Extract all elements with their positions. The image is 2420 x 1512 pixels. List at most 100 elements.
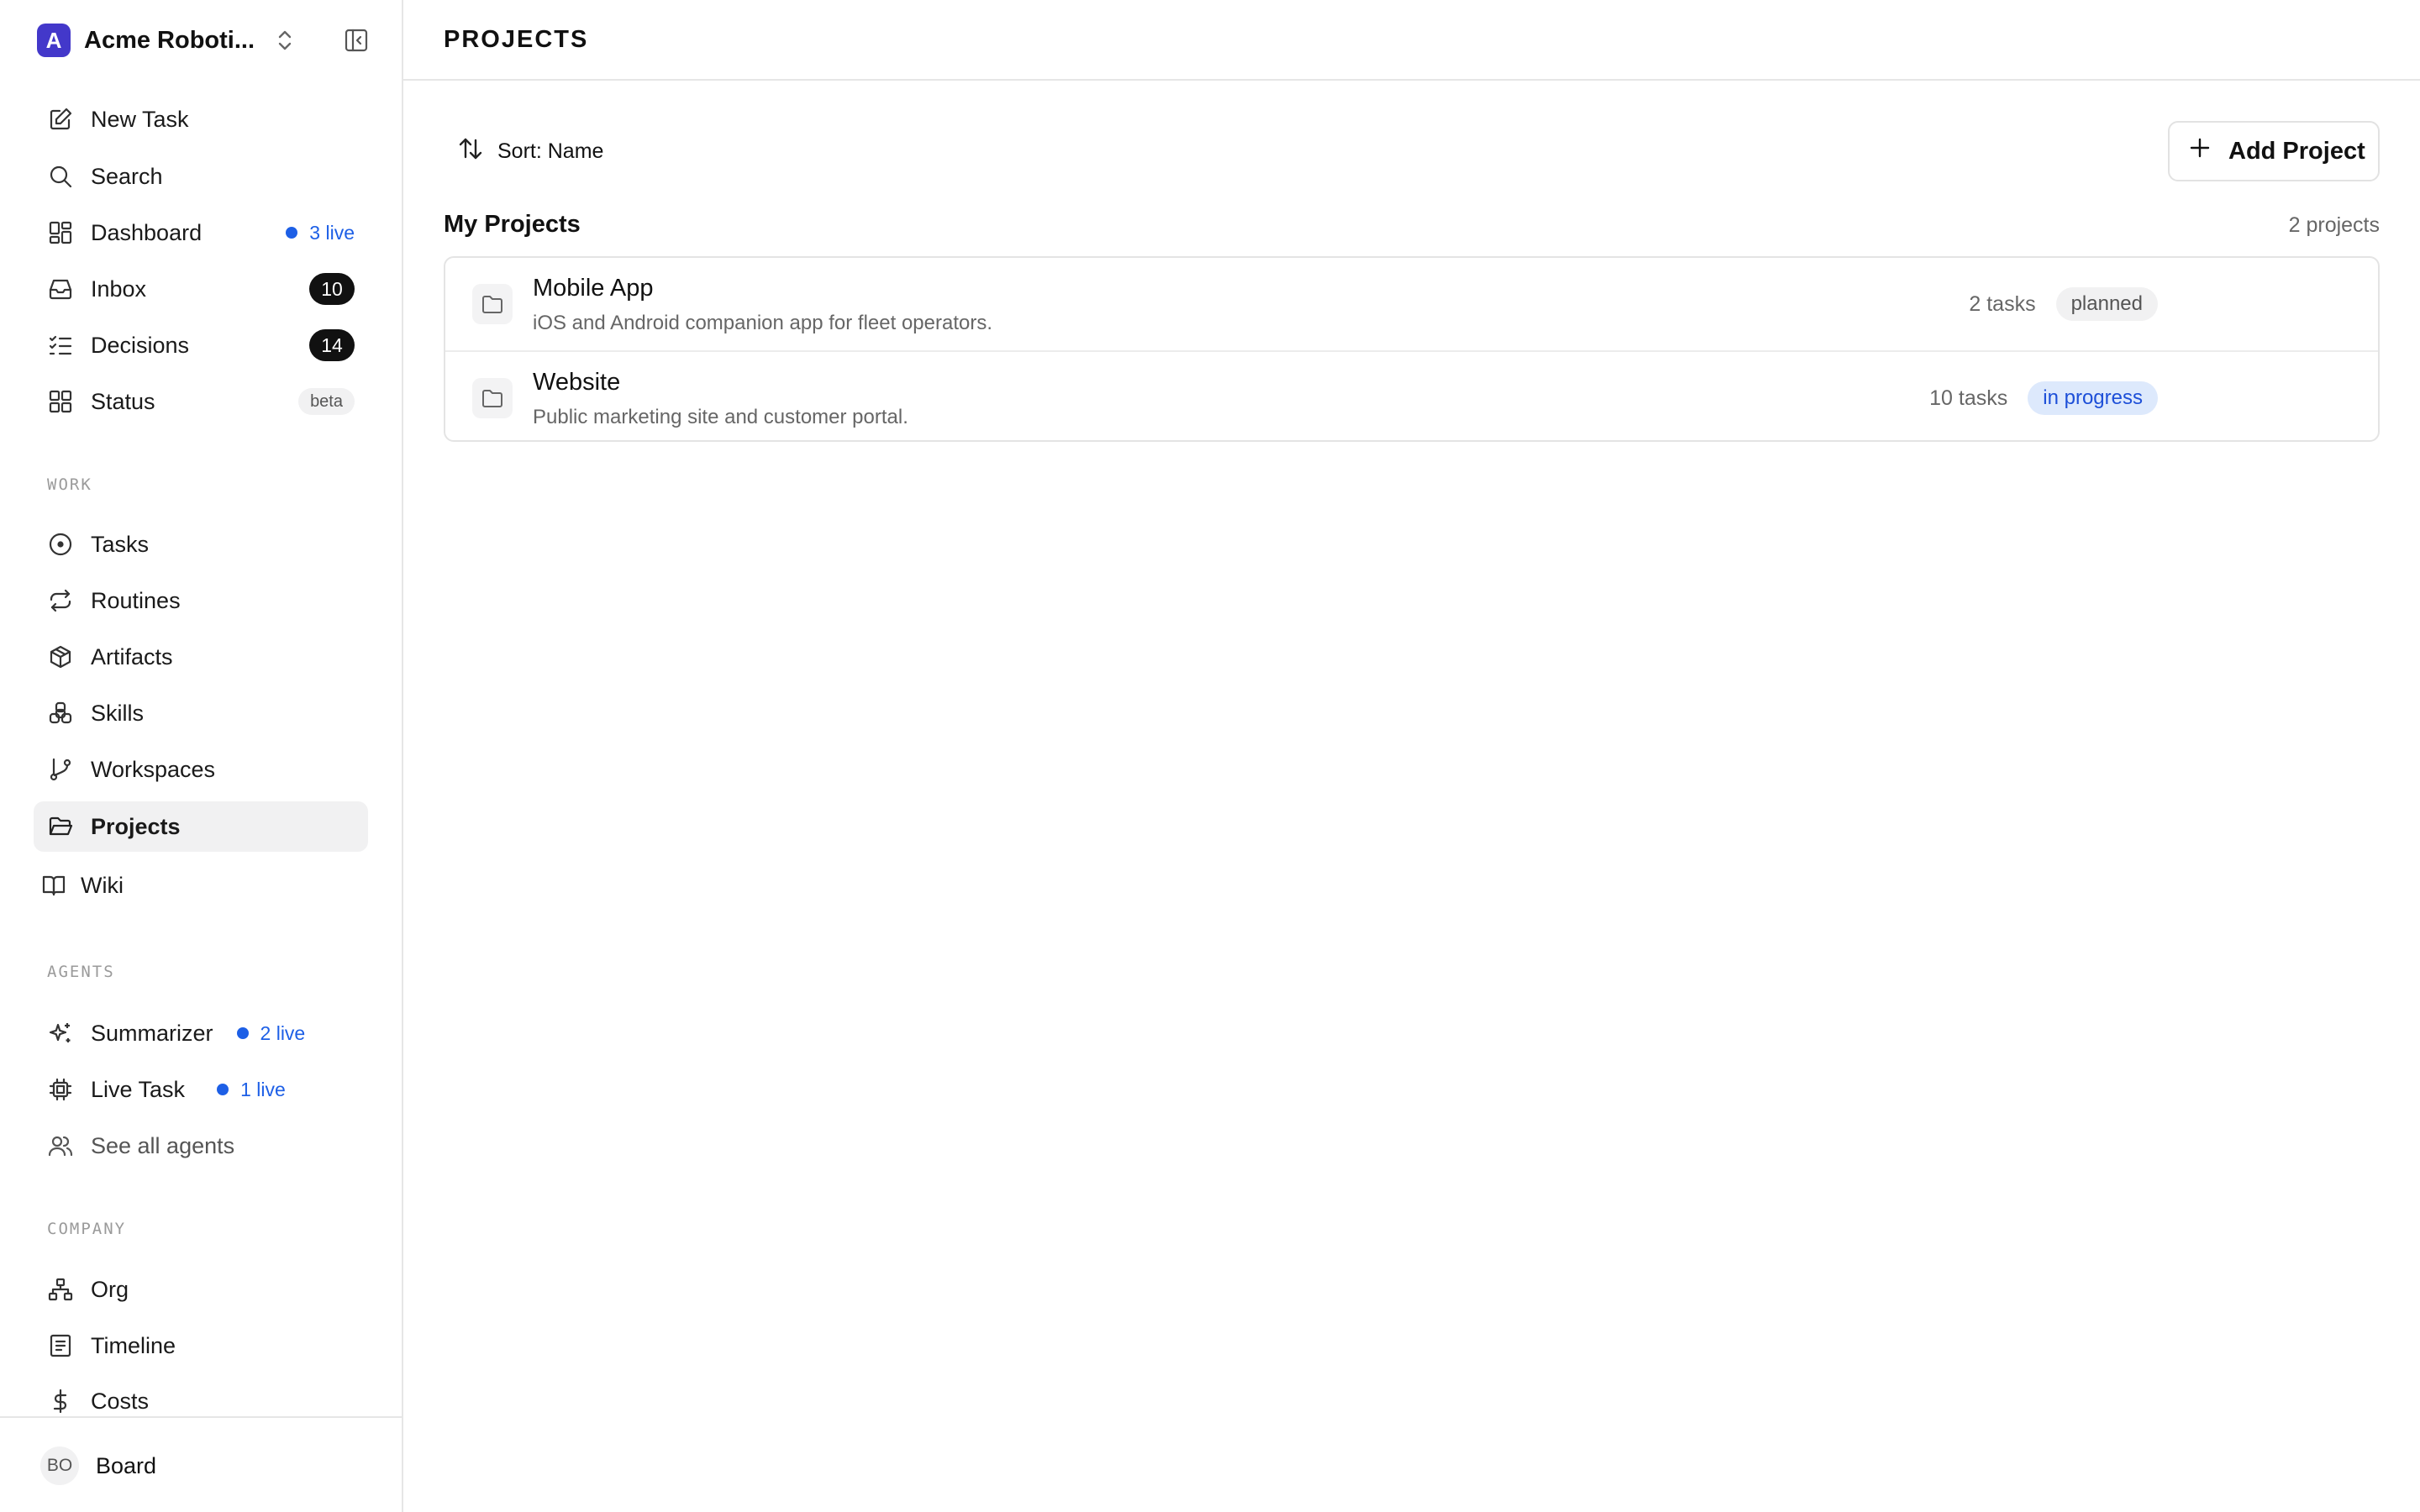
sidebar-item-label: Routines xyxy=(91,587,181,613)
sidebar-item-label: Inbox xyxy=(91,276,147,302)
workspace-header[interactable]: A Acme Roboti... xyxy=(37,20,373,60)
sidebar-item-label: Live Task xyxy=(91,1076,186,1102)
project-task-count: 2 tasks xyxy=(1969,291,2036,316)
badge-wrap: beta xyxy=(298,388,355,415)
app-root: A Acme Roboti... New Task Search Dashboa… xyxy=(0,0,2420,1512)
sidebar-item-label: Dashboard xyxy=(91,219,203,245)
sidebar-item-label: See all agents xyxy=(91,1132,235,1158)
list-title: My Projects xyxy=(444,211,581,238)
status-badge: in progress xyxy=(2028,381,2158,415)
checklist-icon xyxy=(47,332,74,359)
live-indicator: 1 live xyxy=(217,1079,286,1101)
sidebar-item-workspaces[interactable]: Workspaces xyxy=(34,744,368,795)
pencil-square-icon xyxy=(47,106,74,133)
sort-arrows-icon xyxy=(457,135,484,168)
sidebar: A Acme Roboti... New Task Search Dashboa… xyxy=(0,0,403,1512)
sidebar-item-label: Skills xyxy=(91,700,145,726)
badge-wrap: 14 xyxy=(309,329,355,361)
sort-button[interactable]: Sort: Name xyxy=(457,131,603,171)
dollar-icon xyxy=(47,1388,74,1415)
live-indicator: 2 live xyxy=(236,1021,306,1045)
sidebar-item-label: Projects xyxy=(91,813,181,839)
sidebar-item-inbox[interactable]: Inbox 10 xyxy=(34,264,368,314)
sidebar-item-label: Status xyxy=(91,388,155,414)
book-icon xyxy=(40,872,67,899)
add-project-button[interactable]: Add Project xyxy=(2168,121,2380,181)
sidebar-footer: BO Board xyxy=(0,1416,402,1512)
sidebar-item-tasks[interactable]: Tasks xyxy=(34,519,368,570)
sidebar-item-skills[interactable]: Skills xyxy=(34,688,368,738)
table-row[interactable]: Mobile App iOS and Android companion app… xyxy=(445,258,2378,350)
workspace-name: Acme Roboti... xyxy=(84,26,255,54)
sidebar-item-label: Wiki xyxy=(81,872,124,898)
sort-label: Sort: Name xyxy=(497,139,604,163)
project-description: iOS and Android companion app for fleet … xyxy=(533,312,993,334)
project-list: Mobile App iOS and Android companion app… xyxy=(444,256,2380,442)
live-dot xyxy=(286,227,298,239)
sidebar-item-artifacts[interactable]: Artifacts xyxy=(34,632,368,682)
live-indicator: 3 live xyxy=(286,222,355,244)
sidebar-item-label: Workspaces xyxy=(91,756,216,782)
sidebar-item-routines[interactable]: Routines xyxy=(34,575,368,626)
sidebar-item-label: Org xyxy=(91,1276,129,1302)
badge-wrap: 10 xyxy=(309,273,355,305)
board-label: Board xyxy=(96,1452,157,1478)
repeat-icon xyxy=(47,587,74,614)
beta-badge: beta xyxy=(298,388,355,415)
sidebar-item-summarizer[interactable]: Summarizer 2 live xyxy=(34,1008,368,1058)
section-label-company: COMPANY xyxy=(47,1220,127,1238)
decisions-count-badge: 14 xyxy=(309,329,355,361)
sidebar-item-projects[interactable]: Projects xyxy=(34,801,368,852)
section-label-agents: AGENTS xyxy=(47,963,115,981)
sidebar-item-label: Decisions xyxy=(91,332,190,358)
section-label-work: WORK xyxy=(47,475,92,494)
search-icon xyxy=(47,163,74,190)
live-dot xyxy=(217,1084,229,1095)
dashboard-grid-icon xyxy=(47,219,74,246)
circle-dot-icon xyxy=(47,531,74,558)
page-title: PROJECTS xyxy=(444,25,589,53)
project-task-count: 10 tasks xyxy=(1929,386,2008,410)
sidebar-item-status[interactable]: Status beta xyxy=(34,376,368,427)
sidebar-item-label: New Task xyxy=(91,106,189,132)
folder-open-icon xyxy=(47,813,74,840)
sidebar-item-see-all-agents[interactable]: See all agents xyxy=(34,1121,368,1171)
sidebar-item-timeline[interactable]: Timeline xyxy=(34,1320,368,1371)
table-row[interactable]: Website Public marketing site and custom… xyxy=(445,350,2378,440)
project-description: Public marketing site and customer porta… xyxy=(533,406,908,428)
document-list-icon xyxy=(47,1332,74,1359)
chevron-up-down-icon[interactable] xyxy=(271,24,298,57)
folder-icon xyxy=(472,284,513,324)
sidebar-item-live-task[interactable]: Live Task 1 live xyxy=(34,1064,368,1115)
org-chart-icon xyxy=(47,1276,74,1303)
project-name: Website xyxy=(533,369,621,396)
add-project-label: Add Project xyxy=(2228,137,2365,165)
status-badge: planned xyxy=(2055,287,2158,321)
sidebar-item-label: Costs xyxy=(91,1388,150,1414)
cpu-chip-icon xyxy=(47,1076,74,1103)
grid-icon xyxy=(47,388,74,415)
sidebar-item-org[interactable]: Org xyxy=(34,1264,368,1315)
sidebar-item-new-task[interactable]: New Task xyxy=(34,94,368,144)
project-count: 2 projects xyxy=(2288,213,2380,237)
sidebar-item-dashboard[interactable]: Dashboard 3 live xyxy=(34,207,368,258)
board-user-item[interactable]: BO Board xyxy=(40,1446,156,1485)
live-count: 2 live xyxy=(260,1021,306,1044)
sidebar-item-wiki[interactable]: Wiki xyxy=(27,860,361,911)
page-header: PROJECTS xyxy=(403,0,2420,81)
plus-icon xyxy=(2188,136,2212,166)
project-meta: 10 tasks in progress xyxy=(1929,381,2158,415)
sidebar-item-label: Timeline xyxy=(91,1332,176,1358)
main-content: PROJECTS Sort: Name Add Project My Proje… xyxy=(403,0,2420,1512)
sidebar-item-label: Summarizer xyxy=(91,1020,213,1046)
sidebar-item-decisions[interactable]: Decisions 14 xyxy=(34,320,368,370)
project-name: Mobile App xyxy=(533,275,654,302)
live-count: 3 live xyxy=(309,221,355,244)
skills-cluster-icon xyxy=(47,700,74,727)
avatar: BO xyxy=(40,1446,79,1485)
inbox-icon xyxy=(47,276,74,302)
cube-icon xyxy=(47,643,74,670)
sidebar-item-search[interactable]: Search xyxy=(34,151,368,202)
sidebar-collapse-icon[interactable] xyxy=(339,24,373,57)
sidebar-item-label: Tasks xyxy=(91,531,150,557)
